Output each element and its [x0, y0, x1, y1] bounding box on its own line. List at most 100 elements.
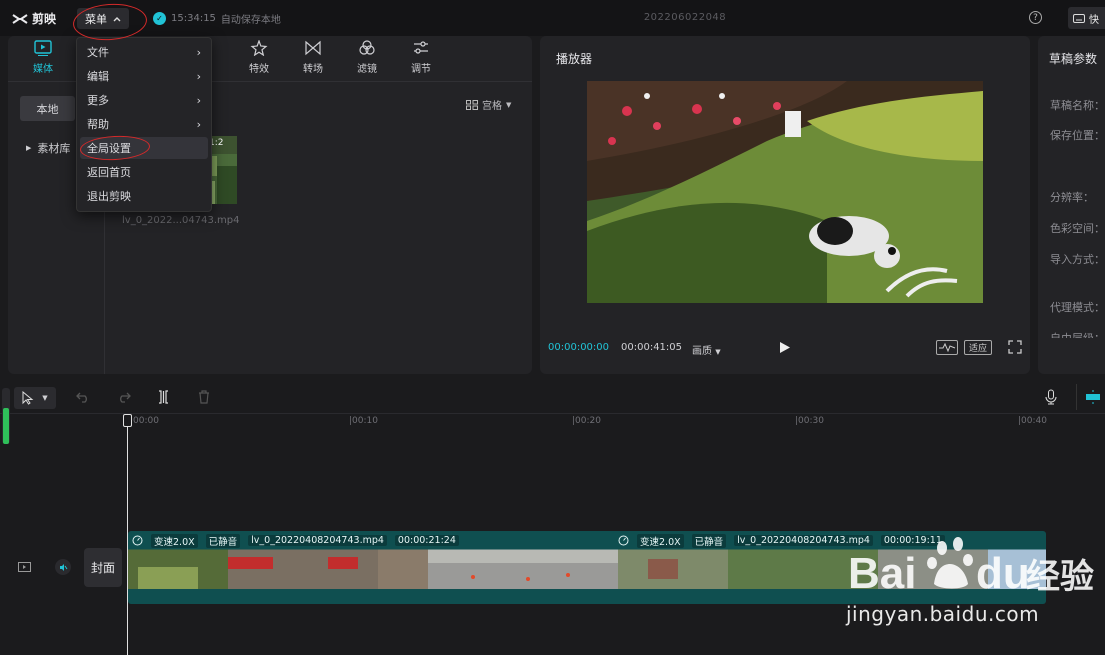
draft-label-proxy: 代理模式： [1050, 301, 1105, 314]
filter-icon [359, 40, 375, 55]
clip-speed: 变速2.0X [637, 533, 684, 548]
tool-media[interactable]: 媒体 [23, 40, 63, 75]
save-time: 15:34:15 [171, 13, 216, 24]
ruler-tick: |00:40 [1018, 416, 1047, 426]
menu-item-label: 返回首页 [87, 166, 131, 179]
caret-right-icon: ▶ [26, 144, 32, 152]
redo-icon[interactable] [117, 391, 131, 403]
menu-item-label: 帮助 [87, 118, 109, 131]
fit-button[interactable]: 适应 [964, 340, 992, 355]
chevron-right-icon: › [196, 45, 201, 59]
speed-icon [618, 535, 629, 546]
watermark-brand-b: du [976, 549, 1030, 598]
keyboard-icon [1073, 13, 1085, 23]
grid-icon [466, 99, 478, 110]
quality-dropdown[interactable]: 画质 ▼ [692, 342, 721, 357]
timeline-ruler[interactable] [128, 414, 1105, 432]
undo-icon[interactable] [76, 391, 90, 403]
menu-item-label: 更多 [87, 94, 109, 107]
draft-title: 草稿参数 [1049, 52, 1098, 66]
toolbar-divider [1076, 384, 1077, 410]
tool-effects[interactable]: 特效 [239, 40, 279, 75]
waveform-icon [939, 342, 956, 353]
chevron-right-icon: › [196, 117, 201, 131]
tool-adjust[interactable]: 调节 [401, 40, 441, 75]
library-label: 素材库 [37, 142, 71, 155]
draft-label-import: 导入方式： [1050, 253, 1105, 266]
playhead-handle[interactable] [123, 414, 132, 427]
video-preview[interactable] [587, 81, 983, 303]
clip-1-header[interactable]: 变速2.0X 已静音 lv_0_20220408204743.mp4 00:00… [128, 533, 614, 548]
app-name: 剪映 [32, 12, 57, 26]
draft-label-layer: 自由层级： [1050, 330, 1105, 338]
chevron-right-icon: › [196, 69, 201, 83]
menu-item-more[interactable]: 更多 › [80, 89, 208, 111]
chevron-right-icon: › [196, 93, 201, 107]
check-circle-icon: ✓ [153, 12, 166, 25]
menu-item-label: 退出剪映 [87, 190, 131, 203]
waveform-button[interactable] [936, 340, 958, 355]
menu-item-exit[interactable]: 退出剪映 [80, 185, 208, 207]
mute-icon [59, 563, 67, 571]
draft-params-panel [1038, 36, 1105, 374]
sparkle-icon [250, 40, 268, 56]
draft-label-name: 草稿名称： [1050, 99, 1105, 112]
tool-adjust-label: 调节 [411, 64, 431, 75]
shortcut-label: 快 [1089, 14, 1099, 26]
clip-name: lv_0_20220408204743.mp4 [248, 535, 387, 546]
ruler-tick: |00:20 [572, 416, 601, 426]
capcut-logo-icon [12, 13, 28, 24]
cover-button[interactable]: 封面 [84, 548, 122, 587]
tool-filter-label: 滤镜 [357, 64, 377, 75]
project-title: 202206022048 [643, 12, 727, 23]
app-logo: 剪映 [12, 10, 56, 27]
track-mute-button[interactable] [55, 559, 71, 575]
tool-transition[interactable]: 转场 [293, 40, 333, 75]
ruler-tick: |00:10 [349, 416, 378, 426]
tool-transition-label: 转场 [303, 64, 323, 75]
shortcut-button[interactable]: 快 [1068, 7, 1105, 29]
media-file-name: lv_0_2022...04743.mp4 [122, 215, 240, 226]
microphone-icon[interactable] [1045, 389, 1057, 405]
select-tool-button[interactable]: ▼ [14, 387, 56, 409]
menu-item-label: 文件 [87, 46, 109, 59]
caret-down-icon: ▼ [715, 348, 721, 356]
draft-label-colorspace: 色彩空间： [1050, 222, 1105, 235]
delete-icon[interactable] [198, 390, 210, 404]
watermark-url: jingyan.baidu.com [846, 602, 1040, 626]
tool-filter[interactable]: 滤镜 [347, 40, 387, 75]
clip-muted: 已静音 [205, 533, 241, 548]
menu-item-back-home[interactable]: 返回首页 [80, 161, 208, 183]
cursor-icon [22, 391, 34, 405]
chevron-down-icon: ▼ [42, 394, 48, 402]
video-frame-image [587, 81, 983, 303]
transition-icon [305, 40, 321, 56]
play-button[interactable] [779, 341, 791, 354]
caret-down-icon: ▼ [506, 100, 512, 109]
media-icon [34, 40, 52, 56]
baidu-logo-image: Bai du 经验 [848, 537, 1094, 598]
fullscreen-button[interactable] [1008, 340, 1022, 354]
menu-item-help[interactable]: 帮助 › [80, 113, 208, 135]
quality-label: 画质 [692, 346, 712, 357]
adjust-icon [414, 41, 428, 54]
view-mode-label: 宫格 [482, 101, 502, 112]
save-text: 自动保存本地 [220, 15, 281, 26]
tab-local[interactable]: 本地 [20, 96, 75, 121]
view-mode-toggle[interactable]: 宫格 ▼ [466, 97, 511, 112]
help-icon[interactable]: ? [1029, 11, 1042, 24]
volume-meter [2, 388, 10, 444]
clip-speed: 变速2.0X [151, 533, 198, 548]
clip-duration: 00:00:21:24 [394, 535, 459, 546]
snap-icon[interactable] [1084, 389, 1102, 405]
sidebar-item-library[interactable]: ▶ 素材库 [26, 140, 70, 156]
track-video-icon[interactable] [18, 562, 31, 572]
total-timecode: 00:00:41:05 [621, 342, 683, 353]
player-title: 播放器 [556, 52, 593, 66]
current-timecode: 00:00:00:00 [548, 342, 610, 353]
menu-item-edit[interactable]: 编辑 › [80, 65, 208, 87]
split-icon[interactable] [157, 390, 170, 404]
draft-label-resolution: 分辨率： [1050, 191, 1094, 204]
menu-item-file[interactable]: 文件 › [80, 41, 208, 63]
playhead-line[interactable] [127, 414, 128, 655]
